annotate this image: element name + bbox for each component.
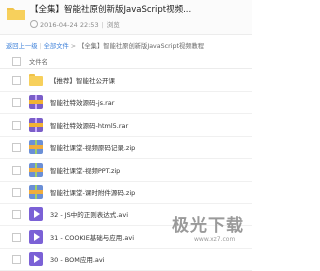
- file-name[interactable]: 【推荐】智能社公开课: [50, 75, 115, 85]
- share-meta: 2016-04-24 22:53 | 浏览: [30, 19, 120, 29]
- watermark: 极光下载 www.xz7.com: [172, 211, 250, 255]
- row-checkbox[interactable]: [12, 165, 21, 175]
- file-name[interactable]: 智能社特效源码-js.rar: [50, 97, 114, 107]
- row-checkbox[interactable]: [12, 143, 21, 153]
- file-row[interactable]: 智能社特效源码-html5.rar: [0, 114, 252, 137]
- video-file-icon: [29, 252, 43, 267]
- file-name[interactable]: 30 - BOM应用.avi: [50, 254, 105, 264]
- file-row[interactable]: 【推荐】智能社公开课: [0, 69, 252, 92]
- file-row[interactable]: 智能社课堂-课时附件源码.zip: [0, 181, 252, 204]
- clock-icon: [30, 20, 38, 28]
- row-checkbox[interactable]: [12, 232, 21, 242]
- file-name[interactable]: 智能社课堂-视频原码记录.zip: [50, 142, 135, 152]
- share-date: 2016-04-24 22:53: [40, 21, 99, 29]
- breadcrumb: 返回上一级 | 全部文件 > 【全集】智能社原创新版JavaScript视频教程: [6, 43, 205, 50]
- file-row[interactable]: 智能社课堂-视频原码记录.zip: [0, 136, 252, 160]
- file-name[interactable]: 31 - COOKIE基础与应用.avi: [50, 232, 134, 242]
- share-title: 【全集】智能社原创新版JavaScript视频...: [30, 5, 192, 15]
- select-all-checkbox[interactable]: [12, 57, 21, 66]
- folder-icon: [29, 73, 43, 87]
- file-list-header: 文件名: [0, 54, 252, 69]
- row-checkbox[interactable]: [12, 98, 21, 108]
- watermark-url: www.xz7.com: [194, 236, 236, 243]
- video-file-icon: [29, 229, 43, 244]
- watermark-brand: 极光下载: [172, 216, 244, 236]
- zip-archive-icon: [29, 140, 43, 155]
- row-checkbox[interactable]: [12, 188, 21, 197]
- views-label: 浏览: [106, 21, 120, 29]
- file-row[interactable]: 智能社课堂-视频PPT.zip: [0, 159, 252, 182]
- file-name[interactable]: 智能社课堂-视频PPT.zip: [50, 165, 120, 175]
- row-checkbox[interactable]: [12, 210, 21, 220]
- row-checkbox[interactable]: [12, 120, 21, 130]
- filename-column-header: 文件名: [29, 59, 48, 66]
- file-name[interactable]: 智能社课堂-课时附件源码.zip: [50, 187, 135, 197]
- video-file-icon: [29, 207, 43, 222]
- file-header: 【全集】智能社原创新版JavaScript视频... 2016-04-24 22…: [0, 0, 252, 35]
- rar-archive-icon: [29, 95, 43, 110]
- file-name[interactable]: 32 - JS中的正则表达式.avi: [50, 209, 128, 219]
- zip-archive-icon: [29, 185, 43, 199]
- rar-archive-icon: [29, 117, 43, 132]
- zip-archive-icon: [29, 162, 43, 177]
- current-folder: 【全集】智能社原创新版JavaScript视频教程: [78, 43, 205, 50]
- row-checkbox[interactable]: [12, 255, 21, 265]
- file-name[interactable]: 智能社特效源码-html5.rar: [50, 120, 128, 130]
- file-row[interactable]: 智能社特效源码-js.rar: [0, 91, 252, 115]
- folder-icon: [7, 8, 25, 20]
- back-link[interactable]: 返回上一级: [6, 43, 37, 50]
- row-checkbox[interactable]: [12, 76, 21, 85]
- all-files-link[interactable]: 全部文件: [44, 43, 69, 50]
